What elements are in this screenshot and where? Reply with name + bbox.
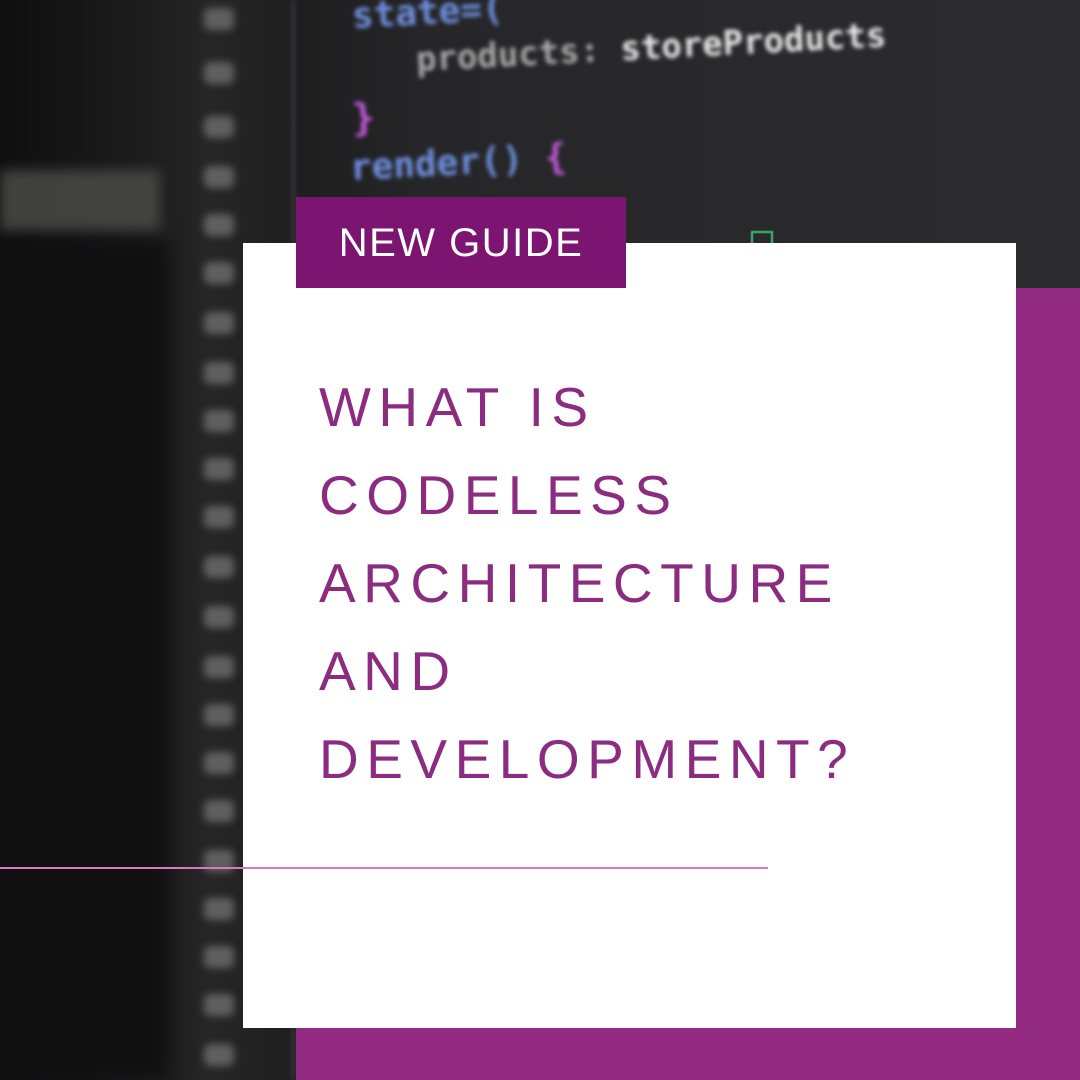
badge-label: NEW GUIDE xyxy=(338,220,584,265)
accent-divider xyxy=(0,867,768,869)
headline-line: WHAT IS xyxy=(319,376,596,438)
code-line: render() { xyxy=(348,136,568,189)
headline-line: CODELESS xyxy=(319,464,679,526)
code-line: state=( xyxy=(350,0,505,37)
code-line: } xyxy=(350,94,377,140)
headline-line: DEVELOPMENT? xyxy=(319,728,856,790)
social-post: state=( products: storeProducts } render… xyxy=(0,0,1080,1080)
headline-line: ARCHITECTURE xyxy=(319,552,840,614)
headline: WHAT IS CODELESS ARCHITECTURE AND DEVELO… xyxy=(319,376,855,816)
new-guide-badge: NEW GUIDE xyxy=(296,197,626,288)
headline-line: AND xyxy=(319,640,458,702)
